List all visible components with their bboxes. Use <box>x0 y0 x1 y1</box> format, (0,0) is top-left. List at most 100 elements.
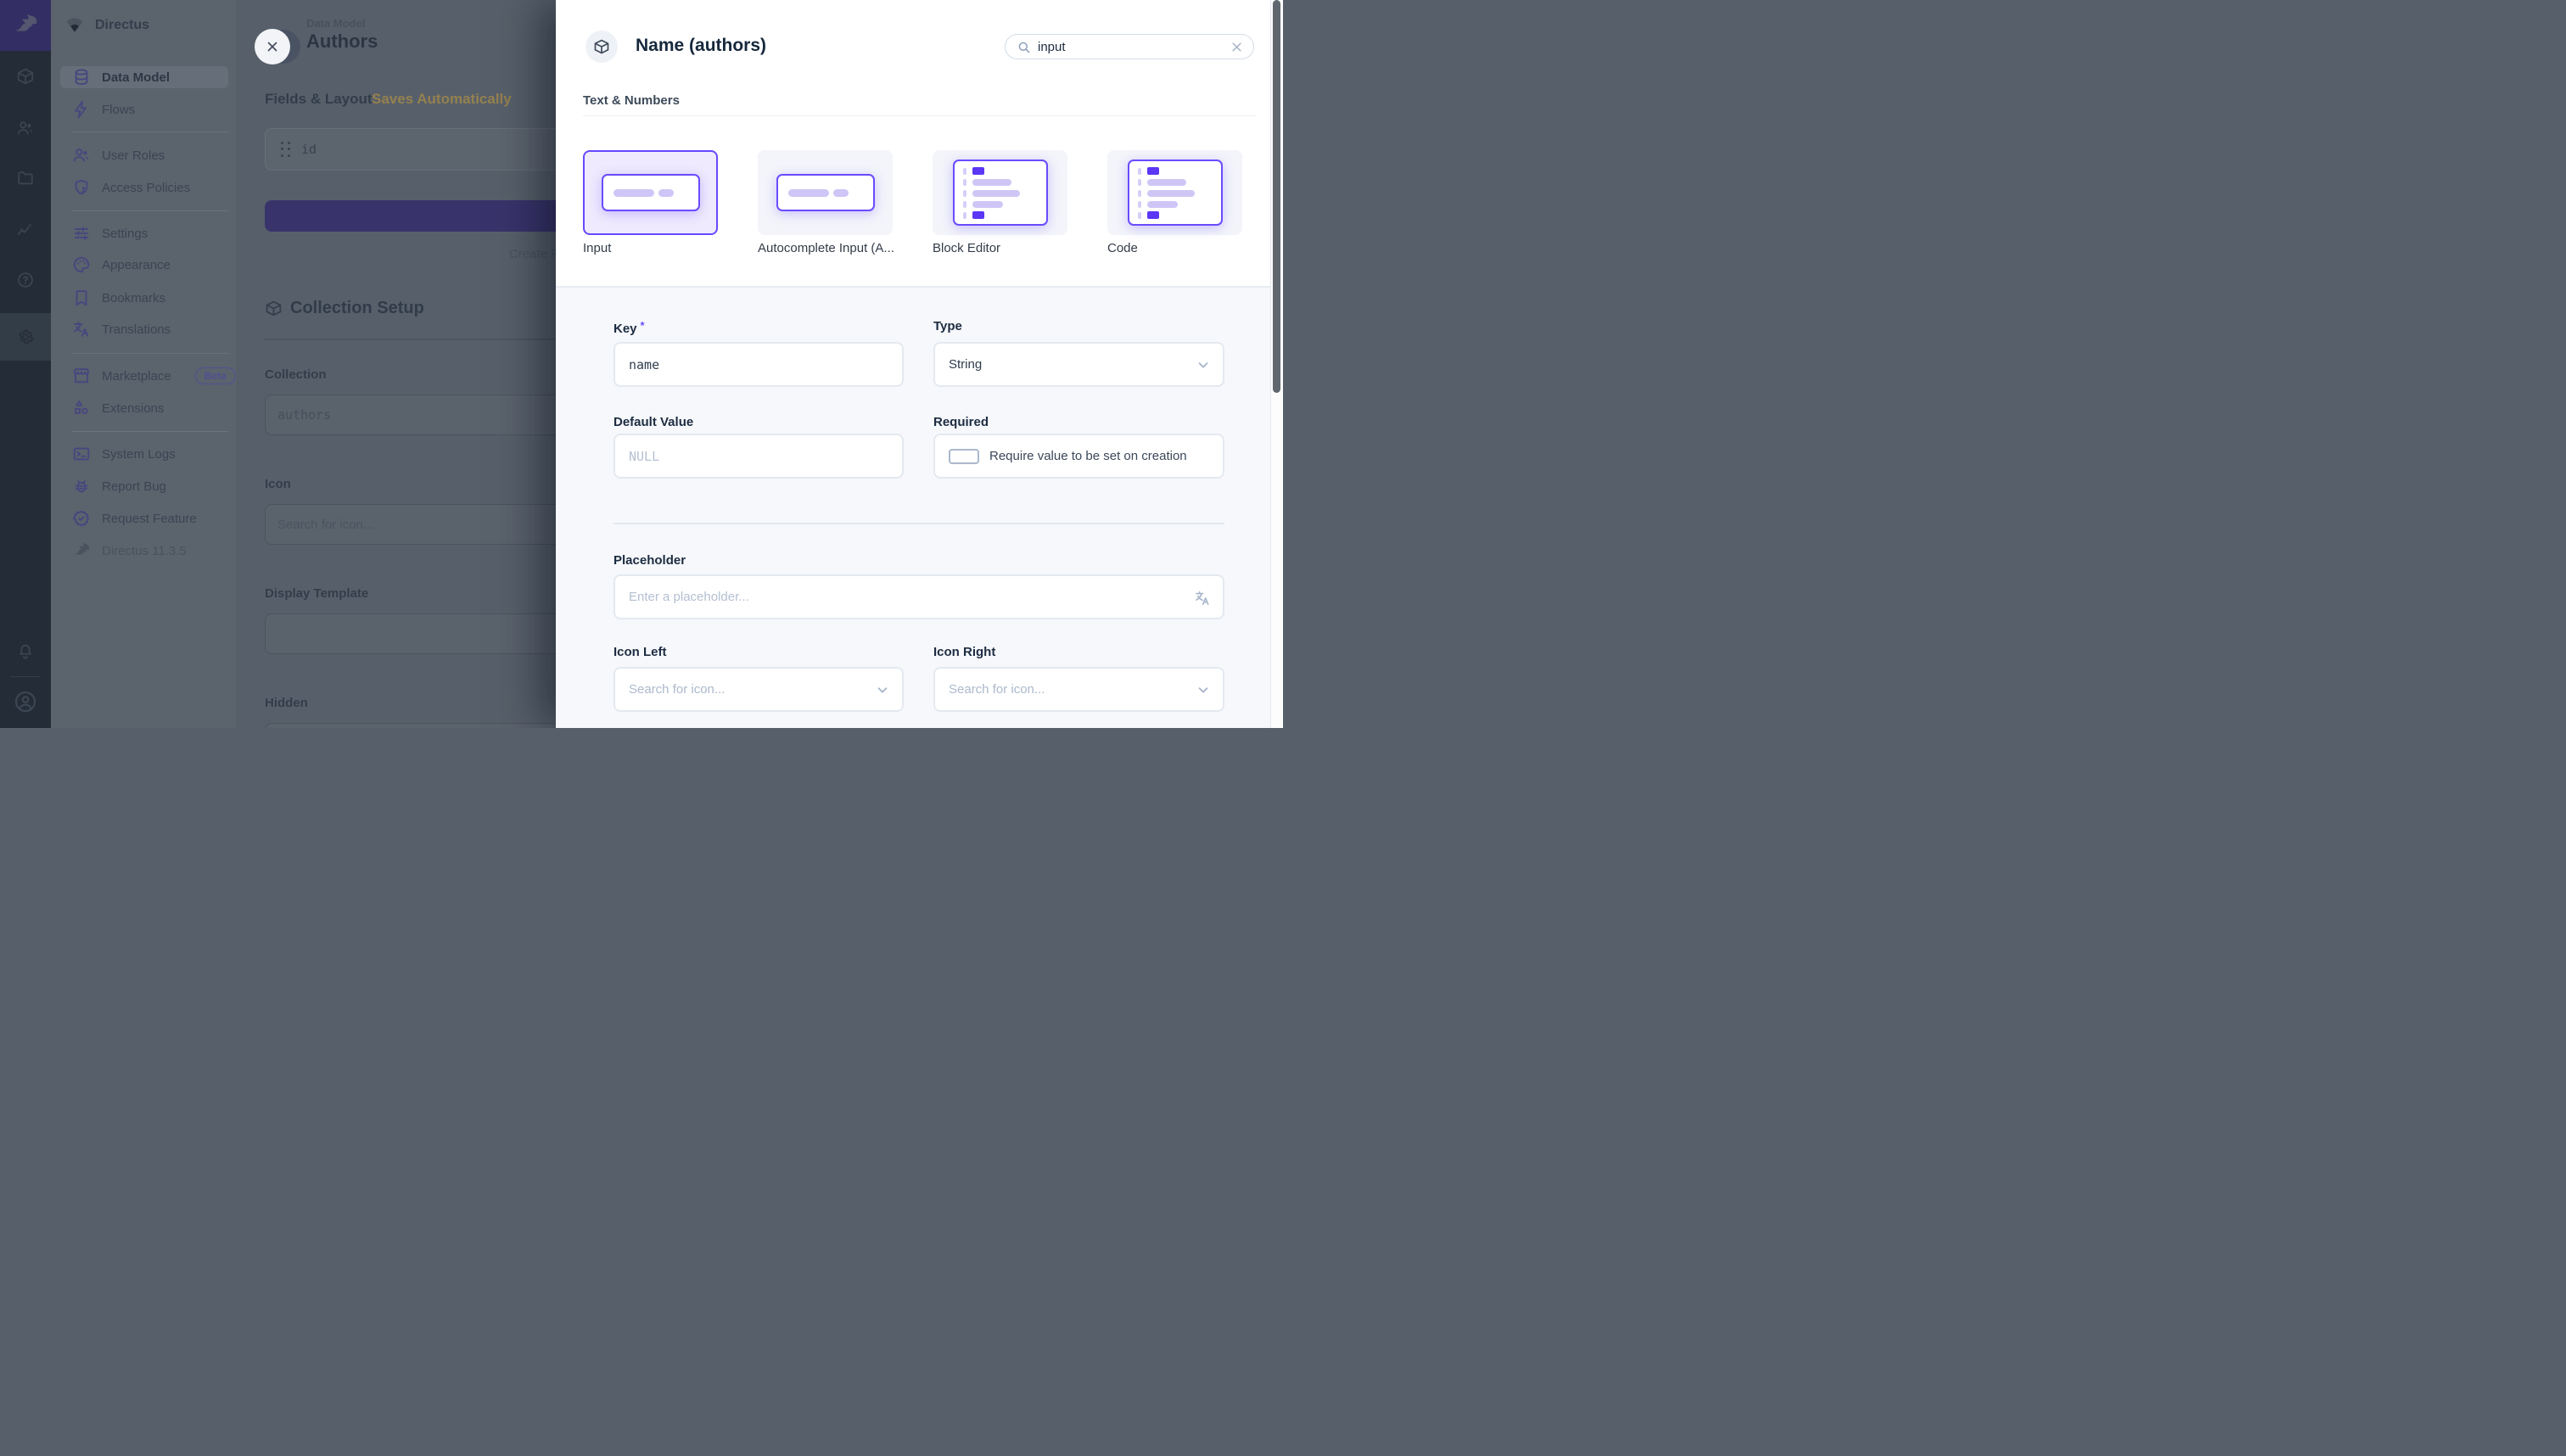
close-drawer-button[interactable] <box>255 29 290 64</box>
sidebar-item-access-policies[interactable]: Access Policies <box>60 176 228 199</box>
bell-icon[interactable] <box>16 642 35 661</box>
sidebar-item-report-bug[interactable]: Report Bug <box>60 475 228 497</box>
interface-label-block-editor: Block Editor <box>933 241 1000 255</box>
field-row-id[interactable]: id <box>265 128 594 171</box>
icon-right-select[interactable]: Search for icon... <box>933 667 1224 712</box>
form-divider <box>613 523 1224 524</box>
interface-label-code: Code <box>1107 241 1138 255</box>
directus-rabbit-logo-icon <box>12 12 39 39</box>
collection-setup-heading: Collection Setup <box>265 299 424 318</box>
sidebar-item-user-roles[interactable]: User Roles <box>60 144 228 166</box>
directus-logo-button[interactable] <box>0 0 51 51</box>
project-header[interactable]: Directus <box>51 0 238 51</box>
sidebar-item-label: Request Feature <box>102 512 197 526</box>
default-value-field[interactable] <box>613 434 904 479</box>
list-preview-icon <box>1128 160 1223 226</box>
version-row: Directus 11.3.5 <box>60 540 228 562</box>
directus-rabbit-small-icon <box>72 541 91 560</box>
icon-input[interactable] <box>265 504 594 545</box>
bug-icon <box>72 477 91 496</box>
project-name: Directus <box>95 18 149 33</box>
sidebar-item-label: User Roles <box>102 148 165 163</box>
interface-label-input: Input <box>583 241 611 255</box>
sidebar-item-bookmarks[interactable]: Bookmarks <box>60 287 228 309</box>
hidden-input[interactable] <box>265 723 594 728</box>
scrollbar-thumb[interactable] <box>1273 0 1280 393</box>
section-divider <box>265 339 594 340</box>
placeholder-field[interactable] <box>613 574 1224 619</box>
sidebar-item-system-logs[interactable]: System Logs <box>60 443 228 465</box>
fields-layout-heading: Fields & Layout <box>265 91 373 108</box>
chevron-down-icon <box>1196 357 1211 372</box>
module-bar-divider <box>10 676 41 677</box>
field-config-drawer: Name (authors) Text & Numbers <box>556 0 1283 728</box>
interface-card-block-editor[interactable] <box>933 150 1067 235</box>
sidebar-item-request-feature[interactable]: Request Feature <box>60 507 228 529</box>
group-divider <box>583 115 1256 116</box>
insights-module-icon[interactable] <box>16 221 35 239</box>
icon-left-select[interactable]: Search for icon... <box>613 667 904 712</box>
display-template-label: Display Template <box>265 586 368 601</box>
shapes-icon <box>72 399 91 417</box>
field-key-label: id <box>301 142 317 157</box>
key-input[interactable] <box>615 344 902 385</box>
storefront-icon <box>72 367 91 385</box>
icon-label: Icon <box>265 477 291 491</box>
icon-right-label: Icon Right <box>933 645 995 659</box>
search-input[interactable] <box>1038 40 1216 54</box>
field-box-icon-circle <box>585 31 618 63</box>
key-field[interactable] <box>613 342 904 387</box>
clear-search-icon[interactable] <box>1230 40 1244 54</box>
sidebar-item-marketplace[interactable]: Marketplace Beta <box>60 365 228 387</box>
files-module-folder-icon[interactable] <box>16 169 35 188</box>
interface-card-code[interactable] <box>1107 150 1242 235</box>
placeholder-input[interactable] <box>615 576 1223 618</box>
sidebar-item-label: Settings <box>102 227 148 241</box>
sidebar-item-extensions[interactable]: Extensions <box>60 397 228 419</box>
search-icon <box>1017 40 1031 54</box>
page-title: Authors <box>306 31 378 53</box>
connection-status-icon <box>51 15 85 36</box>
sidebar-item-label: Marketplace <box>102 369 171 384</box>
palette-icon <box>72 255 91 274</box>
sidebar-item-translations[interactable]: Translations <box>60 318 228 340</box>
type-value: String <box>949 357 982 372</box>
help-module-icon[interactable] <box>16 271 35 289</box>
drag-handle-icon[interactable] <box>281 142 291 157</box>
sidebar-item-appearance[interactable]: Appearance <box>60 254 228 276</box>
nav-divider <box>72 431 228 432</box>
required-checkbox[interactable] <box>949 449 979 464</box>
bookmark-icon <box>72 288 91 307</box>
default-value-input[interactable] <box>615 435 902 477</box>
account-avatar-icon[interactable] <box>13 689 38 714</box>
sidebar-item-flows[interactable]: Flows <box>60 98 228 120</box>
default-value-label: Default Value <box>613 415 693 429</box>
breadcrumb[interactable]: Data Model <box>306 17 365 30</box>
type-select[interactable]: String <box>933 342 1224 387</box>
settings-module-active-cell[interactable] <box>0 313 51 361</box>
nav-divider <box>72 210 228 211</box>
sidebar-item-settings[interactable]: Settings <box>60 222 228 244</box>
create-field-button[interactable] <box>265 200 594 232</box>
interface-label-autocomplete: Autocomplete Input (A... <box>758 241 894 255</box>
collection-input[interactable] <box>265 395 594 435</box>
display-template-input[interactable] <box>265 613 594 654</box>
shield-person-icon <box>72 178 91 197</box>
required-field[interactable]: Require value to be set on creation <box>933 434 1224 479</box>
sidebar-item-data-model[interactable]: Data Model <box>60 66 228 88</box>
interface-card-input[interactable] <box>583 150 718 235</box>
interface-card-autocomplete[interactable] <box>758 150 893 235</box>
interface-search[interactable] <box>1005 34 1254 59</box>
icon-right-placeholder: Search for icon... <box>949 682 1045 697</box>
users-module-icon[interactable] <box>16 119 35 137</box>
nav-divider <box>72 353 228 354</box>
box-icon <box>593 38 610 55</box>
sidebar-item-label: Translations <box>102 322 171 337</box>
database-icon <box>72 68 91 87</box>
terminal-icon <box>72 445 91 463</box>
translate-icon[interactable] <box>1194 590 1211 607</box>
content-module-box-icon[interactable] <box>16 67 35 86</box>
gear-icon <box>16 328 35 346</box>
sidebar-item-label: Flows <box>102 103 135 117</box>
app-version: Directus 11.3.5 <box>102 544 187 558</box>
